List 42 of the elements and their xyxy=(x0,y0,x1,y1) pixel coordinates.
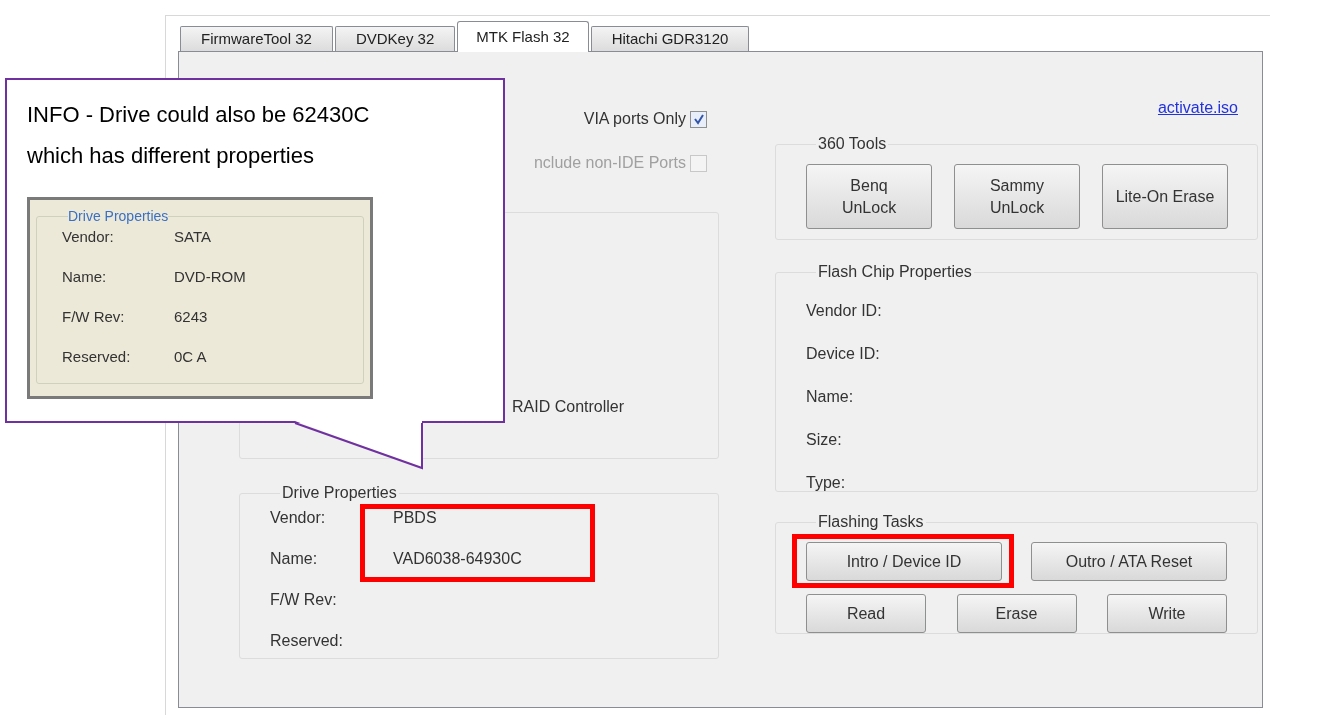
task-button[interactable]: Read xyxy=(806,594,926,633)
property-label: Vendor: xyxy=(270,507,327,528)
group-title: Flash Chip Properties xyxy=(817,262,973,282)
property-label: Reserved: xyxy=(270,630,344,651)
property-value: SATA xyxy=(174,227,211,248)
group-title: Drive Properties xyxy=(68,207,169,226)
checkbox[interactable] xyxy=(690,110,707,128)
tool-button[interactable]: Benq UnLock xyxy=(806,164,932,229)
property-label: Name: xyxy=(806,386,854,407)
activate-link[interactable]: activate.iso xyxy=(1157,96,1238,120)
property-label: Size: xyxy=(806,429,842,450)
property-label: Name: xyxy=(62,267,108,288)
property-label: Vendor: xyxy=(62,227,115,248)
property-value: PBDS xyxy=(393,507,437,528)
property-value: VAD6038-64930C xyxy=(393,548,522,569)
property-label: Device ID: xyxy=(806,343,880,364)
group-title: 360 Tools xyxy=(817,134,888,154)
group-title: Flashing Tasks xyxy=(817,512,925,532)
tab[interactable]: DVDKey 32 xyxy=(334,26,456,51)
property-value: DVD-ROM xyxy=(174,267,246,288)
property-label: F/W Rev: xyxy=(270,589,338,610)
task-button[interactable]: Write xyxy=(1107,594,1227,633)
task-button[interactable]: Intro / Device ID xyxy=(806,542,1002,581)
task-button[interactable]: Outro / ATA Reset xyxy=(1031,542,1227,581)
controller-label: RAID Controller xyxy=(512,397,625,417)
property-label: Reserved: xyxy=(62,347,132,368)
tool-button[interactable]: Lite-On Erase xyxy=(1102,164,1228,229)
checkbox-label: nclude non-IDE Ports xyxy=(533,153,686,173)
property-label: F/W Rev: xyxy=(62,307,126,328)
tool-button[interactable]: Sammy UnLock xyxy=(954,164,1080,229)
tab[interactable]: Hitachi GDR3120 xyxy=(590,26,750,51)
property-value: 0C A xyxy=(174,347,207,368)
property-label: Vendor ID: xyxy=(806,300,882,321)
property-label: Name: xyxy=(270,548,319,569)
checkbox-label: VIA ports Only xyxy=(583,109,686,129)
tab[interactable]: FirmwareTool 32 xyxy=(180,26,333,51)
group-title: Drive Properties xyxy=(281,483,398,503)
property-label: Type: xyxy=(806,472,846,493)
property-value: 6243 xyxy=(174,307,208,328)
task-button[interactable]: Erase xyxy=(956,594,1077,633)
callout-text: INFO - Drive could also be 62430C which has different properties xyxy=(27,101,371,170)
tab[interactable]: MTK Flash 32 xyxy=(457,21,589,52)
